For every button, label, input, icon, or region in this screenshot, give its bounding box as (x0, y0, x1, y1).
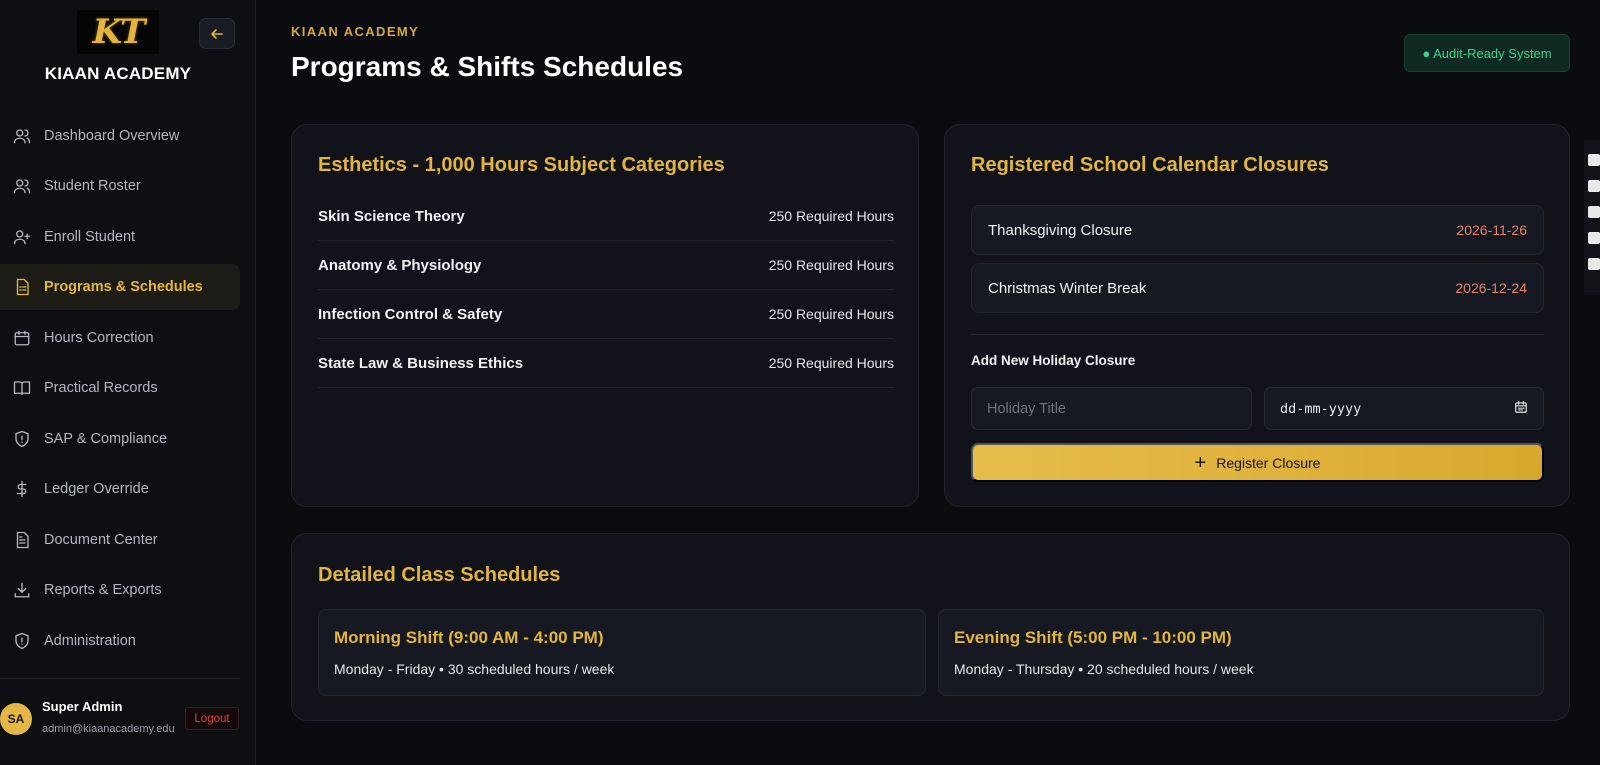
sidebar-item-label: Hours Correction (44, 330, 154, 346)
sidebar-item-enroll-student[interactable]: Enroll Student (0, 214, 240, 260)
closure-date: 2026-11-26 (1456, 222, 1527, 238)
page-title: Programs & Shifts Schedules (291, 51, 684, 82)
file-text-icon (12, 530, 32, 550)
holiday-title-input[interactable]: Holiday Title (971, 387, 1252, 430)
dollar-icon (12, 479, 32, 499)
sidebar-item-label: Programs & Schedules (44, 279, 203, 295)
sidebar-item-document-center[interactable]: Document Center (0, 517, 240, 563)
holiday-date-input[interactable]: dd-mm-yyyy (1264, 387, 1544, 430)
calendar-closures-card: Registered School Calendar Closures Than… (944, 124, 1570, 507)
user-plus-icon (12, 227, 32, 247)
subject-name: State Law & Business Ethics (318, 354, 524, 372)
download-icon (12, 580, 32, 600)
camera-icon[interactable] (1588, 154, 1600, 166)
calendar-icon[interactable] (1514, 400, 1528, 418)
table-row: Infection Control & Safety 250 Required … (318, 290, 894, 339)
shift-card-morning: Morning Shift (9:00 AM - 4:00 PM) Monday… (318, 609, 926, 696)
sidebar-item-label: Dashboard Overview (44, 128, 180, 144)
card-title: Esthetics - 1,000 Hours Subject Categori… (318, 154, 725, 176)
square-icon[interactable] (1588, 180, 1600, 192)
table-row: Anatomy & Physiology 250 Required Hours (318, 241, 894, 290)
floating-toolbar[interactable] (1584, 140, 1600, 295)
card-title: Registered School Calendar Closures (971, 154, 1329, 176)
subject-name: Skin Science Theory (318, 207, 465, 225)
status-badge: ● Audit-Ready System (1404, 34, 1570, 72)
shift-card-evening: Evening Shift (5:00 PM - 10:00 PM) Monda… (938, 609, 1544, 696)
users-icon (12, 126, 32, 146)
logout-button[interactable]: Logout (185, 707, 239, 730)
sidebar-item-dashboard-overview[interactable]: Dashboard Overview (0, 113, 240, 159)
subject-name: Infection Control & Safety (318, 305, 503, 323)
avatar: SA (0, 703, 32, 735)
subject-hours: 250 Required Hours (768, 208, 894, 224)
shift-description: Monday - Thursday • 20 scheduled hours /… (954, 661, 1254, 677)
user-email: admin@kiaanacademy.edu (42, 723, 175, 735)
shift-title: Morning Shift (9:00 AM - 4:00 PM) (334, 628, 604, 647)
shield-alert-icon (12, 429, 32, 449)
page-eyebrow: KIAAN ACADEMY (291, 24, 420, 39)
sidebar-item-student-roster[interactable]: Student Roster (0, 163, 240, 209)
sidebar: KT KIAAN ACADEMY Dashboard Overview Stud… (0, 0, 256, 765)
table-row: Skin Science Theory 250 Required Hours (318, 192, 894, 241)
closure-date: 2026-12-24 (1455, 280, 1527, 296)
subject-categories-card: Esthetics - 1,000 Hours Subject Categori… (291, 124, 919, 507)
register-closure-button[interactable]: + Register Closure (971, 443, 1544, 482)
register-closure-label: Register Closure (1216, 454, 1321, 471)
book-icon (12, 378, 32, 398)
shield-alert-icon (12, 631, 32, 651)
closure-name: Thanksgiving Closure (988, 221, 1133, 239)
table-row: State Law & Business Ethics 250 Required… (318, 339, 894, 388)
sidebar-item-label: Practical Records (44, 380, 158, 396)
sidebar-item-label: Student Roster (44, 178, 141, 194)
closure-name: Christmas Winter Break (988, 279, 1147, 297)
sidebar-divider (0, 678, 240, 679)
sidebar-item-label: Enroll Student (44, 229, 136, 245)
academy-logo: KT (77, 10, 159, 54)
plus-icon: + (1194, 451, 1207, 474)
sidebar-item-sap-compliance[interactable]: SAP & Compliance (0, 416, 240, 462)
sidebar-item-label: Reports & Exports (44, 582, 162, 598)
collapse-sidebar-button[interactable] (199, 18, 235, 49)
sidebar-item-label: Administration (44, 633, 136, 649)
divider (971, 334, 1544, 335)
shift-title: Evening Shift (5:00 PM - 10:00 PM) (954, 628, 1232, 647)
subject-hours: 250 Required Hours (768, 355, 894, 371)
sidebar-item-practical-records[interactable]: Practical Records (0, 365, 240, 411)
sidebar-item-label: Document Center (44, 532, 158, 548)
add-closure-label: Add New Holiday Closure (971, 353, 1136, 368)
sidebar-item-programs-schedules[interactable]: Programs & Schedules (0, 264, 240, 310)
gear-icon[interactable] (1588, 258, 1600, 270)
calendar-icon (12, 328, 32, 348)
subject-hours: 250 Required Hours (768, 306, 894, 322)
subject-name: Anatomy & Physiology (318, 256, 482, 274)
sidebar-item-label: SAP & Compliance (44, 431, 168, 447)
users-icon (12, 176, 32, 196)
list-item: Thanksgiving Closure 2026-11-26 (971, 205, 1544, 255)
list-item: Christmas Winter Break 2026-12-24 (971, 263, 1544, 313)
class-schedules-card: Detailed Class Schedules Morning Shift (… (291, 533, 1570, 721)
card-title: Detailed Class Schedules (318, 564, 561, 586)
sidebar-item-ledger-override[interactable]: Ledger Override (0, 466, 240, 512)
shift-description: Monday - Friday • 30 scheduled hours / w… (334, 661, 615, 677)
sidebar-item-reports-exports[interactable]: Reports & Exports (0, 567, 240, 613)
sidebar-item-hours-correction[interactable]: Hours Correction (0, 315, 240, 361)
arrow-left-icon (211, 28, 223, 39)
document-list-icon (12, 277, 32, 297)
copy-icon[interactable] (1588, 232, 1600, 244)
brand-name: KIAAN ACADEMY (44, 64, 192, 83)
subject-hours: 250 Required Hours (768, 257, 894, 273)
date-placeholder: dd-mm-yyyy (1280, 400, 1362, 417)
user-name: Super Admin (42, 699, 123, 714)
microphone-icon[interactable] (1588, 206, 1600, 218)
sidebar-item-administration[interactable]: Administration (0, 618, 240, 664)
sidebar-item-label: Ledger Override (44, 481, 149, 497)
